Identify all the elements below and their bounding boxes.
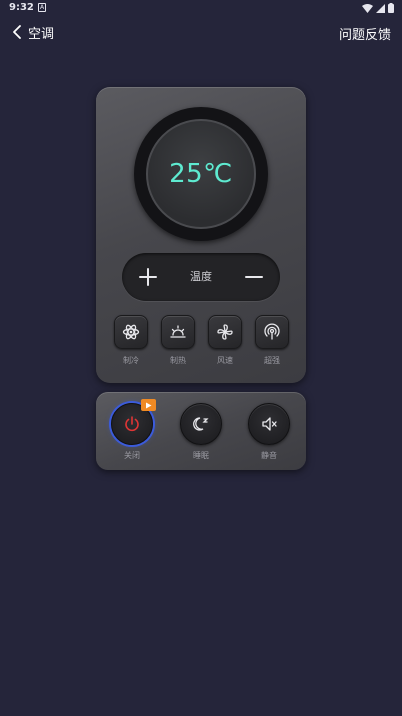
app-header: 空调 问题反馈 bbox=[0, 18, 402, 46]
mode-label-heat: 制热 bbox=[170, 356, 186, 365]
mute-button[interactable] bbox=[248, 403, 290, 445]
mode-button-fan[interactable] bbox=[208, 315, 242, 349]
temperature-dial: 25℃ bbox=[134, 107, 268, 241]
mute-label: 静音 bbox=[261, 451, 277, 460]
mode-button-cool[interactable] bbox=[114, 315, 148, 349]
temperature-display: 25℃ bbox=[169, 159, 233, 189]
feedback-link[interactable]: 问题反馈 bbox=[339, 24, 391, 43]
sun-icon bbox=[170, 325, 186, 338]
remote-panel: 25℃ 温度 制冷 制热 风速 超强 bbox=[96, 87, 306, 383]
fan-icon bbox=[217, 324, 233, 340]
mode-button-heat[interactable] bbox=[161, 315, 195, 349]
minus-icon[interactable] bbox=[242, 265, 266, 289]
video-ad-badge[interactable] bbox=[141, 399, 156, 411]
sleep-button[interactable] bbox=[180, 403, 222, 445]
status-time: 9:32 bbox=[9, 2, 34, 13]
mode-label-cool: 制冷 bbox=[123, 356, 139, 365]
signal-icon bbox=[264, 323, 280, 340]
mode-button-turbo[interactable] bbox=[255, 315, 289, 349]
temperature-dial-face: 25℃ bbox=[146, 119, 256, 229]
power-label: 关闭 bbox=[124, 451, 140, 460]
mute-icon bbox=[262, 417, 277, 431]
chevron-left-icon bbox=[13, 25, 21, 39]
mode-label-turbo: 超强 bbox=[264, 356, 280, 365]
battery-icon bbox=[388, 3, 394, 13]
wifi-icon bbox=[362, 3, 373, 13]
notification-icon: A bbox=[38, 3, 46, 12]
mode-label-fan: 风速 bbox=[217, 356, 233, 365]
temperature-control: 温度 bbox=[122, 253, 280, 301]
play-icon bbox=[146, 402, 152, 408]
snowflake-icon bbox=[122, 324, 140, 340]
page-title: 空调 bbox=[28, 26, 55, 42]
cell-signal-icon bbox=[376, 3, 385, 13]
status-icons bbox=[362, 3, 394, 13]
back-button[interactable]: 空调 bbox=[12, 22, 54, 42]
status-bar: 9:32 A bbox=[0, 0, 402, 16]
sleep-label: 睡眠 bbox=[193, 451, 209, 460]
mode-row: 制冷 制热 风速 超强 bbox=[96, 315, 306, 371]
power-icon bbox=[125, 416, 139, 432]
moon-icon bbox=[193, 417, 209, 431]
control-panel: 关闭 睡眠 静音 bbox=[96, 392, 306, 470]
